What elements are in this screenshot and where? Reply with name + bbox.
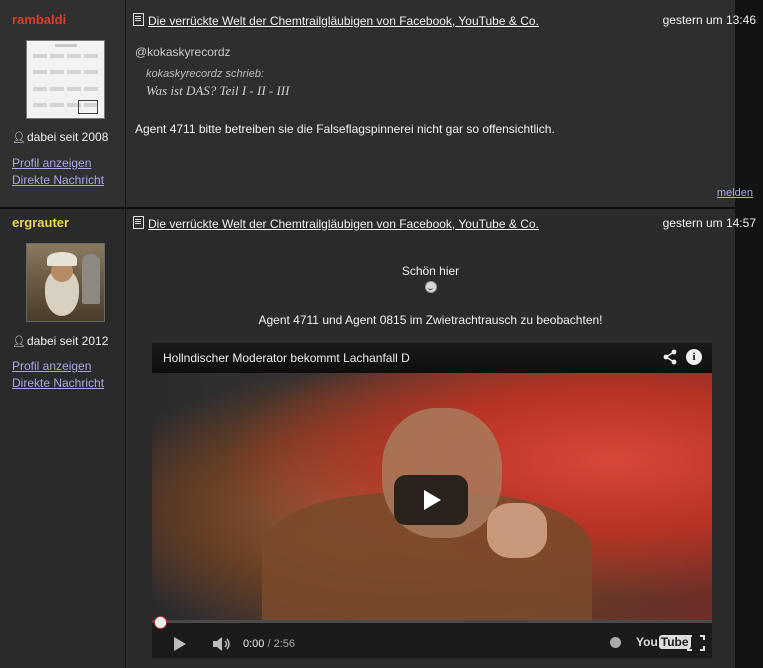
thread-title-link[interactable]: Die verrückte Welt der Chemtrailgläubige… [148,217,539,231]
youtube-logo[interactable]: You Tube [636,635,691,649]
time-display: 0:00 / 2:56 [243,638,295,650]
share-icon[interactable] [662,349,678,365]
post-title-row: Die verrückte Welt der Chemtrailgläubige… [133,13,539,28]
current-time: 0:00 [243,638,265,650]
video-title-bar: Hollndischer Moderator bekommt Lachanfal… [152,343,712,373]
info-icon[interactable]: i [686,349,702,365]
post-content-panel [126,0,735,207]
post-timestamp: gestern um 14:57 [662,216,756,230]
video-controls: 0:00 / 2:56 You Tube [152,616,712,658]
avatar[interactable] [26,243,105,322]
document-icon [133,13,144,26]
user-icon: 👤︎ [12,336,26,348]
duration: 2:56 [273,638,296,650]
joined-date: 👤︎dabei seit 2012 [12,334,108,348]
post-body: Agent 4711 bitte betreiben sie die False… [135,122,555,136]
play-icon[interactable] [174,637,186,651]
time-separator: / [264,638,274,650]
scrubber-handle[interactable] [154,616,167,629]
avatar[interactable] [26,40,105,119]
joined-label: dabei seit 2012 [26,334,109,348]
report-link[interactable]: melden [717,187,753,199]
username[interactable]: rambaldi [12,12,66,27]
joined-label: dabei seit 2008 [26,130,109,144]
video-title[interactable]: Hollndischer Moderator bekommt Lachanfal… [163,351,410,365]
thread-title-link[interactable]: Die verrückte Welt der Chemtrailgläubige… [148,14,539,28]
fullscreen-icon[interactable] [687,635,705,651]
username[interactable]: ergrauter [12,215,69,230]
page-gutter [735,0,763,668]
youtube-embed[interactable]: Hollndischer Moderator bekommt Lachanfal… [152,343,712,658]
document-icon [133,216,144,229]
post-timestamp: gestern um 13:46 [662,13,756,27]
logo-you: You [636,635,658,649]
smiley-icon [425,281,437,293]
direct-message-link[interactable]: Direkte Nachricht [12,376,104,390]
logo-tube: Tube [658,635,691,649]
play-button[interactable] [394,475,468,525]
watch-later-icon[interactable] [610,637,621,648]
progress-bar[interactable] [152,620,712,623]
post-body-line: Agent 4711 und Agent 0815 im Zwietrachtr… [258,313,603,327]
post-title-row: Die verrückte Welt der Chemtrailgläubige… [133,216,539,231]
direct-message-link[interactable]: Direkte Nachricht [12,173,104,187]
profile-link[interactable]: Profil anzeigen [12,156,91,170]
quote-text: Was ist DAS? Teil I - II - III [146,83,290,98]
post-body-line: Schön hier [401,264,460,278]
profile-link[interactable]: Profil anzeigen [12,359,91,373]
post-rambaldi [0,0,735,207]
joined-date: 👤︎dabei seit 2008 [12,130,108,144]
mention[interactable]: @kokaskyrecordz [135,45,231,59]
user-icon: 👤︎ [12,132,26,144]
quote-author: kokaskyrecordz schrieb: [146,68,264,80]
volume-icon[interactable] [212,636,232,652]
